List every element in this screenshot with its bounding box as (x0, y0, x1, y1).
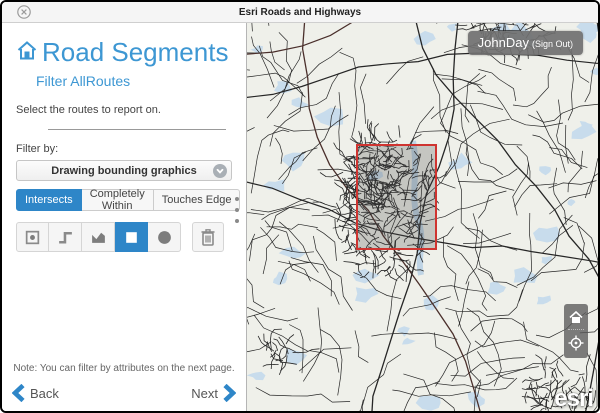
next-button[interactable]: Next (191, 384, 236, 402)
esri-logo: esri (554, 385, 593, 411)
note-text: Note: You can filter by attributes on th… (12, 363, 236, 374)
back-label: Back (30, 386, 59, 401)
user-name: JohnDay (478, 35, 529, 50)
tab-completely-within[interactable]: Completely Within (82, 189, 154, 211)
home-icon (16, 39, 38, 66)
page-subtitle: Filter AllRoutes (36, 73, 232, 89)
draw-rectangle-button[interactable] (115, 222, 148, 252)
draw-tool-group (16, 222, 181, 252)
tab-touches-edge[interactable]: Touches Edge (154, 189, 241, 211)
controls-divider (568, 329, 584, 330)
home-extent-icon (569, 311, 583, 324)
draw-point-button[interactable] (16, 222, 49, 252)
chevron-left-icon (12, 384, 25, 402)
trash-icon (200, 228, 216, 246)
circle-icon (156, 229, 173, 246)
divider (48, 129, 226, 130)
wizard-nav: Back Next (12, 384, 236, 402)
spatial-relation-tabs: Intersects Completely Within Touches Edg… (16, 189, 232, 211)
locate-button[interactable] (568, 332, 584, 354)
page-title: Road Segments (42, 37, 228, 68)
tab-intersects[interactable]: Intersects (16, 189, 82, 211)
draw-circle-button[interactable] (148, 222, 181, 252)
rectangle-icon (123, 229, 140, 246)
chevron-right-icon (223, 384, 236, 402)
app-window: Esri Roads and Highways Road Segments Fi… (0, 0, 600, 413)
draw-polyline-button[interactable] (49, 222, 82, 252)
filter-by-label: Filter by: (16, 143, 232, 155)
clear-graphics-button[interactable] (192, 222, 224, 252)
home-extent-button[interactable] (569, 308, 583, 327)
filter-method-dropdown[interactable]: Drawing bounding graphics (16, 160, 232, 181)
dropdown-value: Drawing bounding graphics (51, 165, 196, 177)
instruction-text: Select the routes to report on. (16, 104, 232, 116)
close-icon[interactable] (17, 5, 31, 19)
chevron-down-icon (213, 164, 227, 178)
left-panel: Road Segments Filter AllRoutes Select th… (2, 23, 247, 411)
window-titlebar: Esri Roads and Highways (2, 2, 598, 23)
next-label: Next (191, 386, 218, 401)
polygon-icon (90, 229, 107, 246)
map-controls (564, 304, 588, 358)
draw-toolbar (16, 222, 232, 252)
selection-rectangle (356, 144, 437, 250)
user-badge[interactable]: JohnDay (Sign Out) (468, 31, 583, 55)
panel-header: Road Segments (16, 37, 232, 68)
sign-out-link[interactable]: (Sign Out) (532, 39, 573, 49)
panel-footer: Note: You can filter by attributes on th… (2, 363, 246, 402)
map-view[interactable]: JohnDay (Sign Out) (247, 23, 598, 411)
draw-polygon-button[interactable] (82, 222, 115, 252)
point-icon (24, 229, 41, 246)
panel-resize-handle[interactable] (233, 195, 241, 225)
locate-crosshair-icon (568, 335, 584, 351)
back-button[interactable]: Back (12, 384, 59, 402)
polyline-icon (57, 229, 74, 246)
window-title: Esri Roads and Highways (2, 7, 598, 18)
